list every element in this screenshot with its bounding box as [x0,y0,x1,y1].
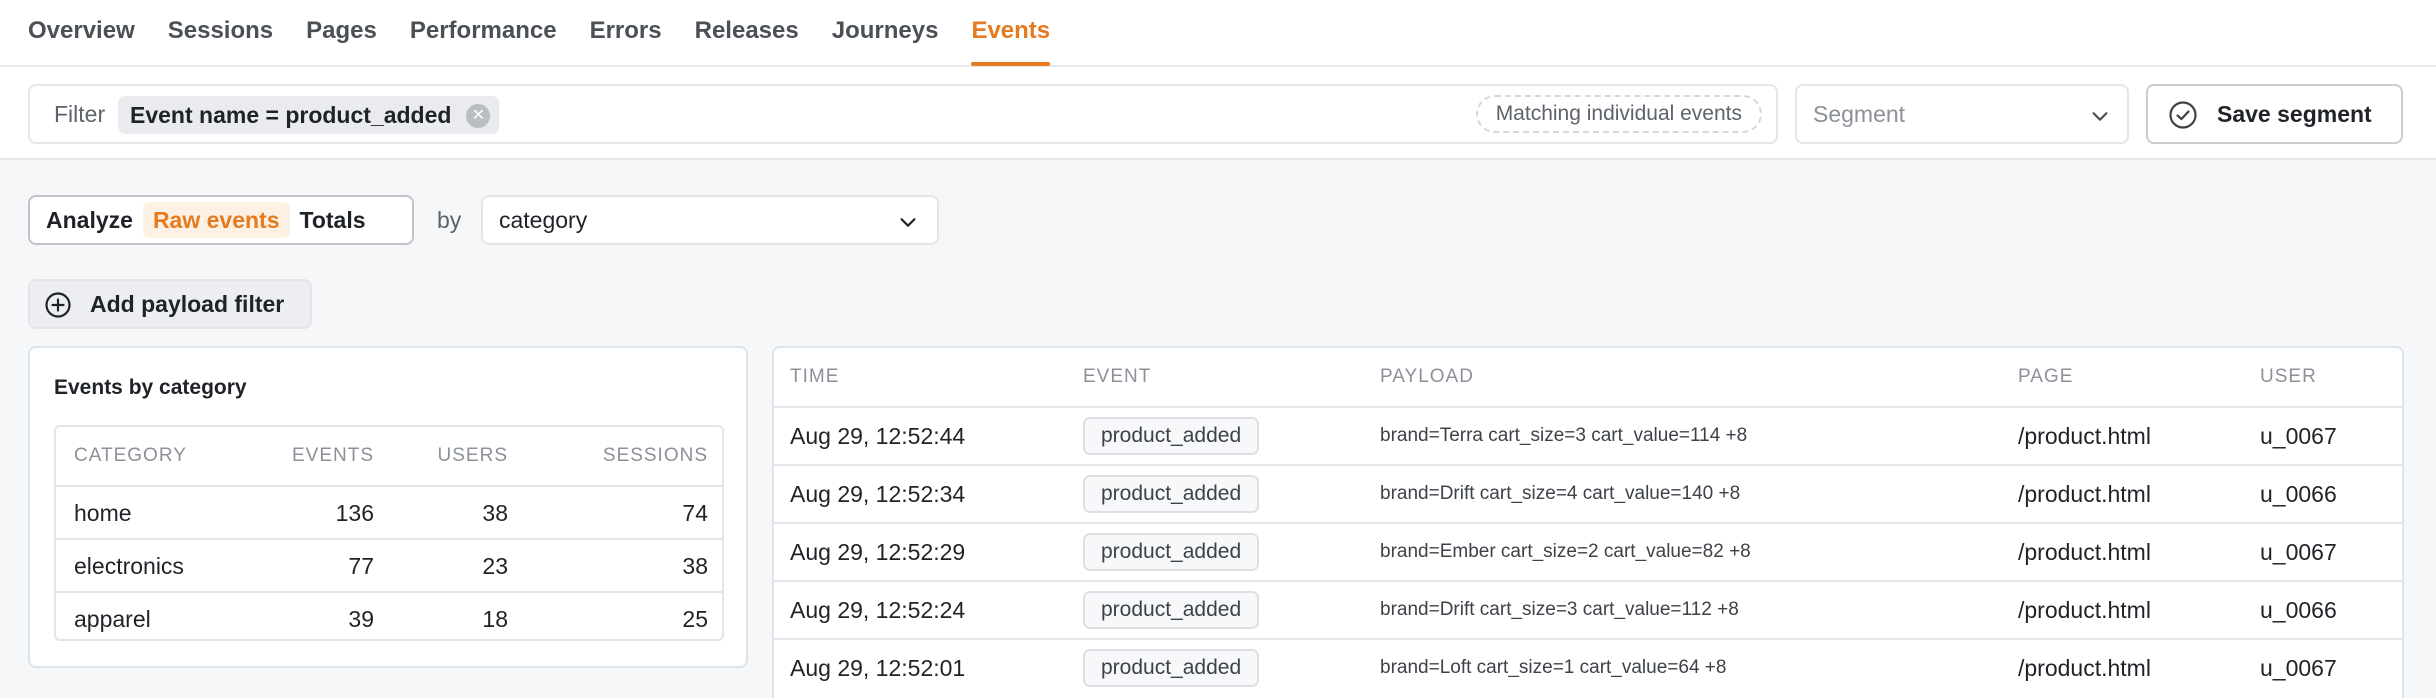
event-name-badge: product_added [1083,475,1260,513]
cell-users: 38 [482,500,508,526]
cell-user: u_0066 [2260,597,2337,623]
cell-user: u_0067 [2260,655,2337,681]
card-title: Events by category [54,376,247,399]
column-header-events[interactable]: EVENTS [292,427,374,485]
filter-chip[interactable]: Event name = product_added ✕ [118,96,500,134]
cell-sessions: 38 [682,553,708,579]
column-header-payload[interactable]: PAYLOAD [1380,348,1474,406]
tab-overview[interactable]: Overview [28,0,135,65]
raw-events-table: TIME EVENT PAYLOAD PAGE USER Aug 29, 12:… [772,346,2404,698]
cell-event: product_added [1083,408,1260,464]
event-name-badge: product_added [1083,417,1260,455]
cell-payload: brand=Drift cart_size=4 cart_value=140 +… [1380,483,1741,504]
table-row[interactable]: Aug 29, 12:52:44 product_added brand=Ter… [774,406,2402,464]
cell-payload: brand=Ember cart_size=2 cart_value=82 +8 [1380,541,1751,562]
close-circle-icon[interactable]: ✕ [466,104,491,128]
tab-events[interactable]: Events [971,0,1050,66]
column-header-event[interactable]: EVENT [1083,348,1151,406]
filter-bar: Filter Event name = product_added ✕ Matc… [0,67,2436,160]
cell-users: 23 [482,553,508,579]
table-row[interactable]: Aug 29, 12:52:29 product_added brand=Emb… [774,522,2402,580]
add-payload-filter-label: Add payload filter [90,291,285,317]
table-row[interactable]: Aug 29, 12:52:24 product_added brand=Dri… [774,580,2402,638]
column-header-user[interactable]: USER [2260,348,2317,406]
cell-payload: brand=Loft cart_size=1 cart_value=64 +8 [1380,657,1727,678]
chevron-down-icon [2092,112,2108,121]
top-navigation: Overview Sessions Pages Performance Erro… [0,0,2436,67]
column-header-sessions[interactable]: SESSIONS [603,427,708,485]
cell-payload: brand=Drift cart_size=3 cart_value=112 +… [1380,599,1739,620]
cell-events: 77 [348,553,374,579]
cell-page: /product.html [2018,423,2151,449]
tab-errors[interactable]: Errors [590,0,662,65]
cell-page: /product.html [2018,481,2151,507]
cell-users: 18 [482,606,508,632]
column-header-page[interactable]: PAGE [2018,348,2073,406]
cell-payload: brand=Terra cart_size=3 cart_value=114 +… [1380,425,1748,446]
segment-select[interactable]: Segment [1795,84,2129,144]
cell-sessions: 74 [682,500,708,526]
cell-page: /product.html [2018,597,2151,623]
cell-event: product_added [1083,582,1260,638]
cell-user: u_0067 [2260,423,2337,449]
group-by-value: category [499,207,588,233]
table-row[interactable]: home 136 38 74 [56,485,722,538]
filter-box[interactable]: Filter Event name = product_added ✕ Matc… [28,84,1778,144]
view-mode-toggle: Analyze Raw events Totals [28,195,414,245]
cell-page: /product.html [2018,539,2151,565]
event-name-badge: product_added [1083,533,1260,571]
cell-sessions: 25 [682,606,708,632]
event-name-badge: product_added [1083,649,1260,687]
category-table: CATEGORY EVENTS USERS SESSIONS home 136 … [54,425,724,641]
cell-time: Aug 29, 12:52:44 [790,423,966,449]
cell-category: apparel [74,606,151,632]
tab-journeys[interactable]: Journeys [832,0,939,65]
events-by-category-card: Events by category CATEGORY EVENTS USERS… [28,346,748,668]
cell-time: Aug 29, 12:52:34 [790,481,966,507]
table-row[interactable]: apparel 39 18 25 [56,591,722,639]
tab-pages[interactable]: Pages [306,0,377,65]
save-segment-button[interactable]: Save segment [2146,84,2403,144]
cell-event: product_added [1083,640,1260,696]
table-row[interactable]: Aug 29, 12:52:34 product_added brand=Dri… [774,464,2402,522]
cell-user: u_0067 [2260,539,2337,565]
matching-mode-badge[interactable]: Matching individual events [1475,95,1762,133]
group-by-select[interactable]: category [481,195,939,245]
cell-page: /product.html [2018,655,2151,681]
mode-raw-events[interactable]: Raw events [142,202,290,238]
mode-analyze[interactable]: Analyze [36,202,143,238]
tab-sessions[interactable]: Sessions [168,0,273,65]
table-header: CATEGORY EVENTS USERS SESSIONS [56,427,722,485]
column-header-time[interactable]: TIME [790,348,839,406]
check-circle-icon [2169,101,2197,129]
segment-placeholder: Segment [1813,101,1906,127]
table-row[interactable]: electronics 77 23 38 [56,538,722,591]
mode-totals[interactable]: Totals [290,202,376,238]
cell-category: electronics [74,553,184,579]
tab-releases[interactable]: Releases [695,0,799,65]
cell-events: 39 [348,606,374,632]
cell-category: home [74,500,132,526]
plus-circle-icon [45,292,71,318]
cell-event: product_added [1083,524,1260,580]
table-row[interactable]: Aug 29, 12:52:01 product_added brand=Lof… [774,638,2402,696]
cell-time: Aug 29, 12:52:01 [790,655,966,681]
cell-event: product_added [1083,466,1260,522]
column-header-users[interactable]: USERS [438,427,508,485]
table-header: TIME EVENT PAYLOAD PAGE USER [774,348,2402,406]
column-header-category[interactable]: CATEGORY [74,427,187,485]
save-segment-label: Save segment [2217,101,2372,127]
chevron-down-icon [900,218,916,227]
add-payload-filter-button[interactable]: Add payload filter [28,279,312,329]
cell-user: u_0066 [2260,481,2337,507]
group-by-label: by [437,207,462,233]
filter-chip-label: Event name = product_added [130,102,452,128]
filter-label: Filter [54,101,106,127]
cell-time: Aug 29, 12:52:29 [790,539,966,565]
tab-performance[interactable]: Performance [410,0,557,65]
cell-time: Aug 29, 12:52:24 [790,597,966,623]
cell-events: 136 [335,500,374,526]
event-name-badge: product_added [1083,591,1260,629]
